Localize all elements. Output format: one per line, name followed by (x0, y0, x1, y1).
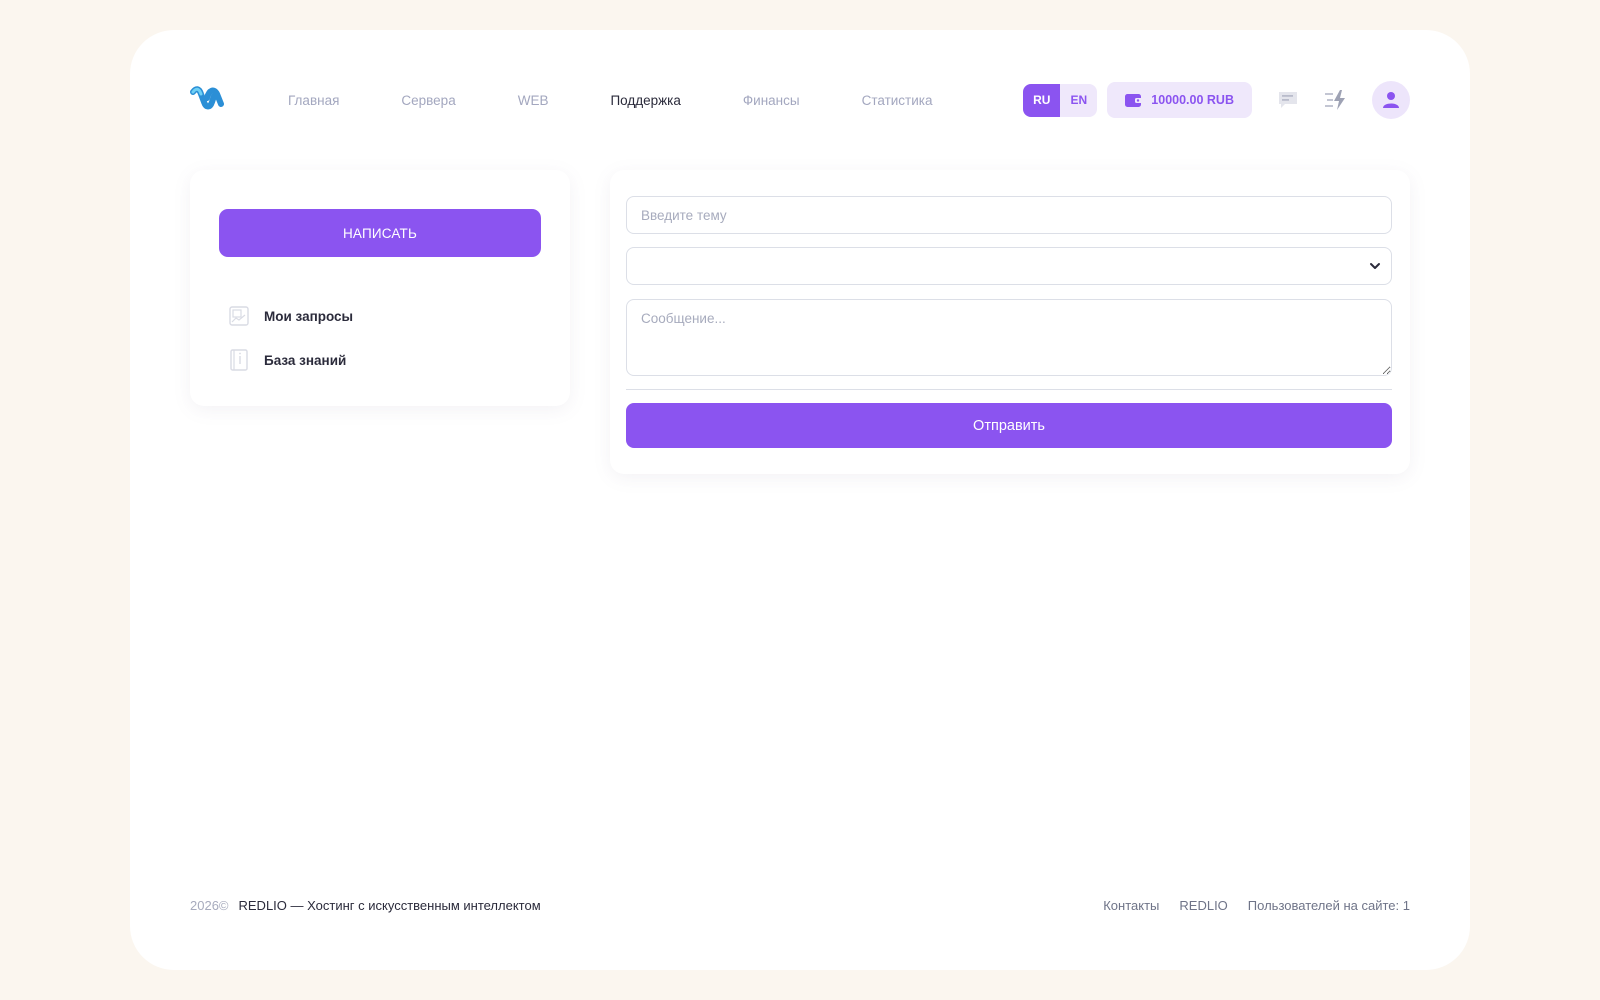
app-frame: Главная Сервера WEB Поддержка Финансы Ст… (130, 30, 1470, 970)
requests-icon (228, 305, 250, 327)
nav-item-servers[interactable]: Сервера (401, 93, 455, 108)
footer-tagline: REDLIO — Хостинг с искусственным интелле… (238, 897, 541, 913)
balance-button[interactable]: 10000.00 RUB (1107, 82, 1252, 118)
lang-en-button[interactable]: EN (1060, 84, 1097, 117)
nav-item-statistics[interactable]: Статистика (862, 93, 933, 108)
knowledge-base-icon (228, 349, 250, 371)
sidebar-item-my-requests[interactable]: Мои запросы (228, 304, 353, 328)
wave-logo-icon[interactable] (190, 86, 224, 110)
sidebar-item-label: База знаний (264, 352, 347, 368)
user-avatar-button[interactable] (1372, 81, 1410, 119)
main-nav: Главная Сервера WEB Поддержка Финансы Ст… (288, 80, 995, 120)
chat-icon[interactable] (1276, 88, 1300, 112)
submit-button[interactable]: Отправить (626, 403, 1392, 448)
copyright-year: 2026© (190, 897, 229, 913)
subject-input[interactable] (626, 196, 1392, 234)
lang-ru-button[interactable]: RU (1023, 83, 1061, 117)
new-ticket-form-card: Отправить (610, 170, 1410, 474)
chevron-down-icon (1370, 263, 1380, 269)
footer-link-contacts[interactable]: Контакты (1103, 898, 1159, 913)
page-footer: 2026© REDLIO — Хостинг с искусственным и… (190, 895, 1410, 915)
nav-item-finance[interactable]: Финансы (743, 93, 800, 108)
write-ticket-button[interactable]: НАПИСАТЬ (219, 209, 541, 257)
online-users-counter: Пользователей на сайте: 1 (1247, 897, 1410, 913)
user-icon (1383, 92, 1399, 108)
top-header: Главная Сервера WEB Поддержка Финансы Ст… (190, 80, 1410, 120)
footer-link-redlio[interactable]: REDLIO (1179, 898, 1227, 913)
footer-links: Контакты REDLIO Пользователей на сайте: … (1083, 895, 1410, 915)
message-textarea[interactable] (626, 299, 1392, 376)
sidebar-item-knowledge-base[interactable]: База знаний (228, 348, 346, 372)
language-switcher: RU EN (1023, 83, 1098, 117)
support-sidebar-card: НАПИСАТЬ Мои запросы База знаний (190, 170, 570, 406)
nav-item-home[interactable]: Главная (288, 93, 339, 108)
nav-item-support[interactable]: Поддержка (610, 93, 680, 108)
balance-amount: 10000.00 RUB (1151, 93, 1234, 107)
wallet-icon (1125, 93, 1144, 107)
category-select[interactable] (626, 247, 1392, 285)
lightning-icon[interactable] (1324, 88, 1348, 112)
form-divider (626, 389, 1392, 390)
nav-item-web[interactable]: WEB (518, 93, 549, 108)
sidebar-item-label: Мои запросы (264, 308, 354, 324)
header-tools: RU EN 10000.00 RUB (1023, 80, 1410, 120)
